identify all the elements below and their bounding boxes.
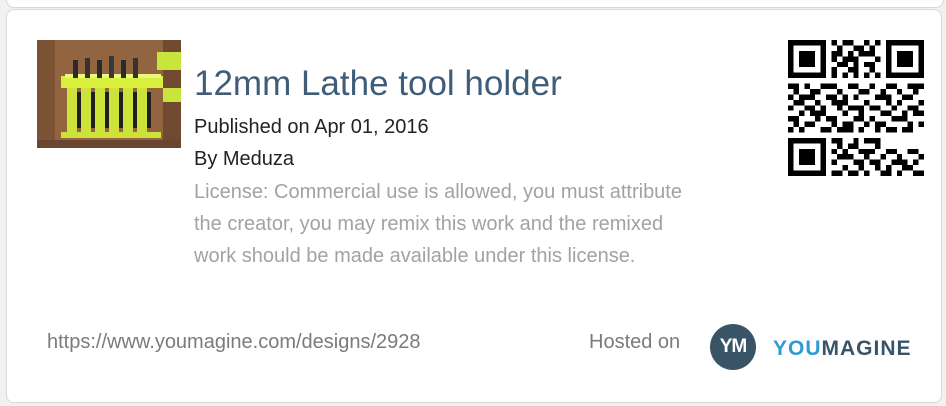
- design-url-link[interactable]: https://www.youmagine.com/designs/2928: [47, 329, 421, 355]
- youmagine-logo-icon[interactable]: YM: [710, 324, 756, 370]
- design-thumbnail[interactable]: [37, 40, 181, 148]
- design-title[interactable]: 12mm Lathe tool holder: [194, 64, 562, 104]
- published-date: Published on Apr 01, 2016: [194, 116, 429, 138]
- license-text: License: Commercial use is allowed, you …: [194, 181, 682, 267]
- wordmark-magine: MAGINE: [821, 337, 912, 360]
- design-embed-card: 12mm Lathe tool holder Published on Apr …: [6, 9, 942, 403]
- qr-code-icon: [788, 40, 924, 176]
- youmagine-wordmark[interactable]: YOUMAGINE: [773, 336, 912, 362]
- hosted-on-label: Hosted on: [589, 331, 681, 353]
- wordmark-you: YOU: [773, 337, 822, 360]
- author-byline: By Meduza: [194, 148, 295, 170]
- thumbnail-photo-image: [37, 40, 181, 148]
- previous-card-edge: [6, 0, 944, 8]
